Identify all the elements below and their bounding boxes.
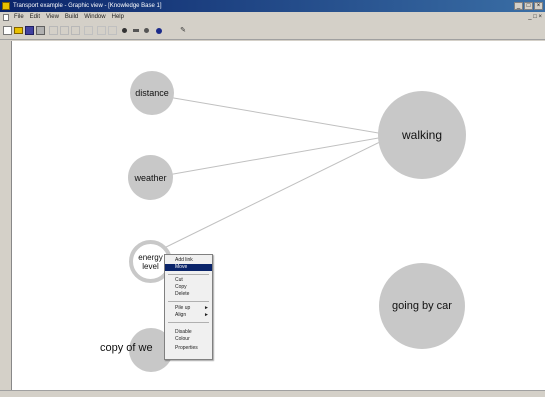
menu-item-properties[interactable]: Properties	[165, 345, 212, 352]
menu-item-colour[interactable]: Colour	[165, 336, 212, 343]
node-icon[interactable]	[122, 28, 127, 33]
node-label: distance	[135, 88, 169, 98]
cut-icon[interactable]	[49, 26, 58, 35]
menu-edit[interactable]: Edit	[30, 12, 40, 23]
menu-separator	[168, 274, 209, 275]
document-icon[interactable]	[3, 14, 9, 21]
edge-distance-walking[interactable]	[161, 95, 385, 135]
diagram-canvas[interactable]: distance weather energy level copy of we…	[11, 41, 545, 390]
menu-help[interactable]: Help	[112, 12, 124, 23]
maximize-button[interactable]: □	[524, 2, 533, 10]
copy-icon[interactable]	[60, 26, 69, 35]
menu-window[interactable]: Window	[84, 12, 105, 23]
node-label: going by car	[392, 300, 452, 312]
menu-separator	[168, 322, 209, 323]
node-label-line2: level	[142, 261, 159, 271]
status-bar	[0, 390, 545, 397]
save-icon[interactable]	[25, 26, 34, 35]
app-icon	[2, 2, 10, 10]
menu-item-label: Align	[175, 312, 187, 318]
submenu-arrow-icon: ►	[204, 312, 209, 318]
menu-build[interactable]: Build	[65, 12, 78, 23]
application-window: Transport example - Graphic view - [Know…	[0, 0, 545, 397]
dot-icon[interactable]	[144, 28, 149, 33]
menu-file[interactable]: File	[14, 12, 24, 23]
title-bar[interactable]: Transport example - Graphic view - [Know…	[0, 0, 545, 12]
menu-item-pile-up[interactable]: Pile up ►	[165, 305, 212, 312]
menu-bar: File Edit View Build Window Help _ □ ×	[0, 12, 545, 23]
node-label: weather	[134, 172, 167, 183]
help-icon[interactable]	[156, 28, 162, 34]
paste-icon[interactable]	[71, 26, 80, 35]
open-icon[interactable]	[14, 27, 23, 34]
node-label: copy of we	[100, 342, 153, 354]
minimize-button[interactable]: _	[514, 2, 523, 10]
menu-item-label: Pile up	[175, 305, 191, 311]
window-controls: _ □ ×	[514, 2, 543, 10]
menu-item-cut[interactable]: Cut	[165, 277, 212, 284]
undo-icon[interactable]	[84, 26, 93, 35]
edges-layer	[157, 95, 385, 252]
zoom-icon[interactable]	[97, 26, 106, 35]
arrow-icon[interactable]	[133, 29, 139, 32]
menu-item-add-link[interactable]: Add link	[165, 257, 212, 264]
menu-item-copy[interactable]: Copy	[165, 284, 212, 291]
submenu-arrow-icon: ►	[204, 305, 209, 311]
window-title: Transport example - Graphic view - [Know…	[13, 3, 162, 9]
close-button[interactable]: ×	[534, 2, 543, 10]
menu-item-delete[interactable]: Delete	[165, 291, 212, 298]
toolbar: ✎	[0, 23, 545, 40]
print-icon[interactable]	[36, 26, 45, 35]
menu-item-align[interactable]: Align ►	[165, 312, 212, 319]
node-going-by-car[interactable]: going by car	[379, 263, 465, 349]
node-label-line1: energy	[138, 252, 163, 262]
menu-view[interactable]: View	[46, 12, 59, 23]
new-icon[interactable]	[3, 26, 12, 35]
node-weather[interactable]: weather	[128, 155, 173, 200]
document-window-controls[interactable]: _ □ ×	[528, 12, 542, 23]
node-label: walking	[401, 128, 443, 142]
node-distance[interactable]: distance	[130, 71, 174, 115]
node-walking[interactable]: walking	[378, 91, 466, 179]
menu-item-move[interactable]: Move	[165, 264, 212, 271]
menu-separator	[168, 301, 209, 302]
link-icon[interactable]	[108, 26, 117, 35]
pointer-tool-icon[interactable]: ✎	[178, 26, 188, 35]
node-context-menu: Add link Move Cut Copy Delete Pile up ► …	[164, 254, 213, 360]
menu-item-disable[interactable]: Disable	[165, 329, 212, 336]
